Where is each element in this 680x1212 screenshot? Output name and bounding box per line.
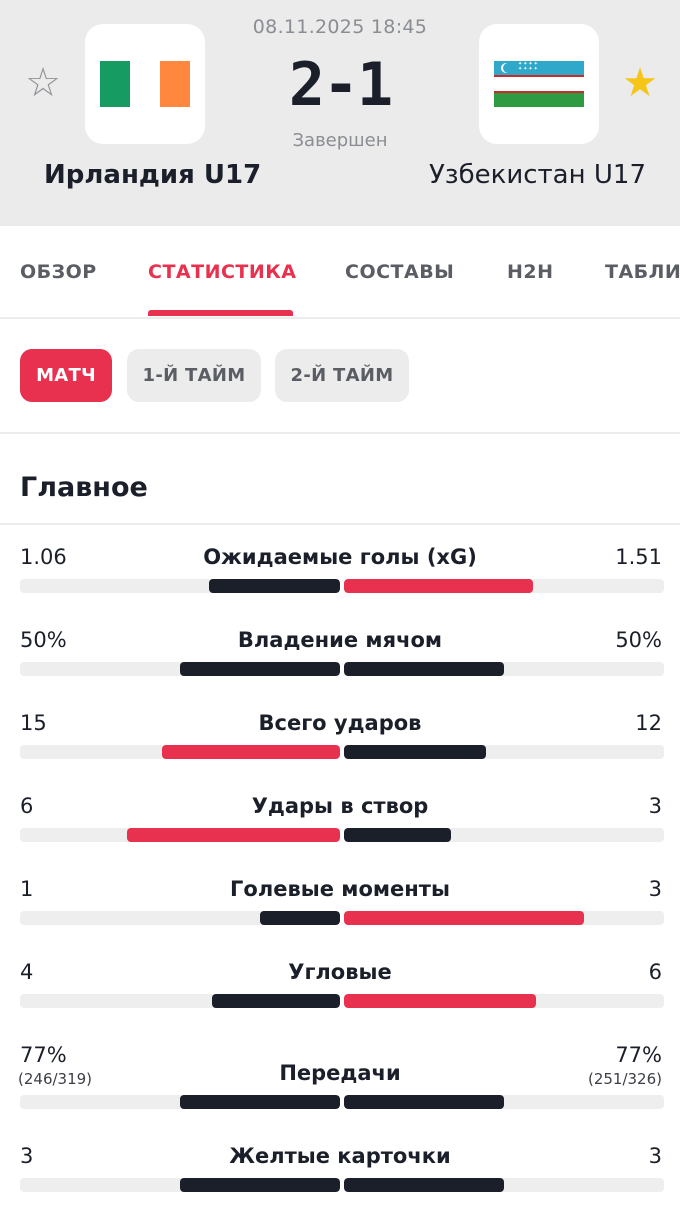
stat-away-bar bbox=[344, 828, 451, 842]
tab-lineups[interactable]: СОСТАВЫ bbox=[345, 261, 454, 283]
stat-home-bar bbox=[162, 745, 340, 759]
stat-away-value: 12 bbox=[635, 711, 662, 735]
stat-label: Передачи bbox=[279, 1061, 401, 1085]
stat-row: 1 Голевые моменты 3 bbox=[0, 877, 680, 957]
stat-home-bar-track bbox=[20, 1095, 340, 1109]
stat-label: Голевые моменты bbox=[230, 877, 450, 901]
match-tabs: ОБЗОР СТАТИСТИКА СОСТАВЫ H2H ТАБЛИ bbox=[0, 226, 680, 319]
stat-home-bar bbox=[180, 662, 340, 676]
stat-away-bar-track bbox=[344, 828, 664, 842]
stat-home-bar bbox=[260, 911, 340, 925]
uzbekistan-flag-icon: ✦✦✦✦ ✦✦✦✦ bbox=[494, 61, 584, 107]
stat-away-value: 3 bbox=[648, 794, 662, 818]
stat-away-bar-track bbox=[344, 579, 664, 593]
stat-away-value: 1.51 bbox=[615, 545, 662, 569]
ireland-flag-icon bbox=[100, 61, 190, 107]
period-chip-second-half[interactable]: 2-Й ТАЙМ bbox=[275, 349, 409, 402]
active-tab-indicator bbox=[148, 310, 293, 316]
stat-row: 6 Удары в створ 3 bbox=[0, 794, 680, 874]
period-chip-match[interactable]: МАТЧ bbox=[20, 349, 112, 402]
stat-home-value: 50% bbox=[20, 628, 67, 652]
section-divider bbox=[0, 523, 680, 525]
stat-home-value: 1 bbox=[20, 877, 34, 901]
stat-label: Удары в створ bbox=[251, 794, 429, 818]
stat-away-bar bbox=[344, 662, 504, 676]
match-score: 2-1 bbox=[288, 50, 393, 120]
home-team-logo[interactable] bbox=[85, 24, 205, 144]
tab-statistics[interactable]: СТАТИСТИКА bbox=[148, 261, 297, 283]
stat-away-bar-track bbox=[344, 662, 664, 676]
stat-row: 77% (246/319) Передачи 77% (251/326) bbox=[0, 1043, 680, 1123]
stat-away-bar-track bbox=[344, 745, 664, 759]
stat-row: 15 Всего ударов 12 bbox=[0, 711, 680, 791]
stat-away-bar-track bbox=[344, 994, 664, 1008]
stat-label: Угловые bbox=[288, 960, 392, 984]
stat-row: 4 Угловые 6 bbox=[0, 960, 680, 1040]
stat-away-bar bbox=[344, 579, 533, 593]
stat-label: Желтые карточки bbox=[229, 1144, 451, 1168]
stat-label: Всего ударов bbox=[258, 711, 422, 735]
stat-away-bar-track bbox=[344, 911, 664, 925]
tab-h2h[interactable]: H2H bbox=[507, 261, 554, 283]
match-header: 08.11.2025 18:45 ☆ 2-1 Завершен ✦✦✦✦ ✦✦✦✦… bbox=[0, 0, 680, 226]
stat-home-bar bbox=[212, 994, 340, 1008]
stat-away-value: 3 bbox=[648, 1144, 662, 1168]
stat-away-bar bbox=[344, 911, 584, 925]
stat-home-value: 3 bbox=[20, 1144, 34, 1168]
stat-home-detail: (246/319) bbox=[18, 1070, 93, 1088]
away-team-logo[interactable]: ✦✦✦✦ ✦✦✦✦ bbox=[479, 24, 599, 144]
stat-away-bar bbox=[344, 1178, 504, 1192]
stat-away-detail: (251/326) bbox=[587, 1070, 662, 1088]
stat-home-bar bbox=[180, 1178, 340, 1192]
stat-away-value: 3 bbox=[648, 877, 662, 901]
stat-away-value: 50% bbox=[615, 628, 662, 652]
stat-home-value: 15 bbox=[20, 711, 47, 735]
stat-home-bar-track bbox=[20, 579, 340, 593]
stat-away-bar bbox=[344, 745, 487, 759]
star-filled-icon[interactable]: ★ bbox=[619, 62, 661, 104]
stat-home-bar-track bbox=[20, 1178, 340, 1192]
match-status: Завершен bbox=[292, 130, 388, 151]
star-outline-icon[interactable]: ☆ bbox=[22, 62, 64, 104]
tab-table[interactable]: ТАБЛИ bbox=[605, 261, 680, 283]
period-selector: МАТЧ 1-Й ТАЙМ 2-Й ТАЙМ bbox=[0, 320, 680, 434]
stat-away-value: 77% bbox=[615, 1043, 662, 1067]
tab-overview[interactable]: ОБЗОР bbox=[20, 261, 97, 283]
section-title: Главное bbox=[20, 472, 148, 503]
stat-home-bar-track bbox=[20, 662, 340, 676]
stat-home-bar bbox=[126, 828, 340, 842]
stat-row: 50% Владение мячом 50% bbox=[0, 628, 680, 708]
stat-away-bar-track bbox=[344, 1178, 664, 1192]
stat-home-bar-track bbox=[20, 994, 340, 1008]
stat-home-bar bbox=[180, 1095, 340, 1109]
stat-label: Ожидаемые голы (xG) bbox=[203, 545, 477, 569]
stat-away-bar bbox=[344, 1095, 504, 1109]
home-team-name[interactable]: Ирландия U17 bbox=[44, 160, 261, 190]
stat-home-bar-track bbox=[20, 745, 340, 759]
stat-home-bar-track bbox=[20, 828, 340, 842]
stat-home-value: 77% bbox=[20, 1043, 67, 1067]
stat-row: 1.06 Ожидаемые голы (xG) 1.51 bbox=[0, 545, 680, 625]
period-chip-first-half[interactable]: 1-Й ТАЙМ bbox=[127, 349, 261, 402]
stat-home-bar bbox=[208, 579, 340, 593]
stat-away-bar-track bbox=[344, 1095, 664, 1109]
away-team-name[interactable]: Узбекистан U17 bbox=[429, 160, 646, 190]
stat-home-value: 4 bbox=[20, 960, 34, 984]
stat-row: 3 Желтые карточки 3 bbox=[0, 1144, 680, 1212]
stat-home-value: 6 bbox=[20, 794, 34, 818]
stat-home-bar-track bbox=[20, 911, 340, 925]
stat-away-bar bbox=[344, 994, 536, 1008]
stat-home-value: 1.06 bbox=[20, 545, 67, 569]
stat-label: Владение мячом bbox=[237, 628, 443, 652]
stat-away-value: 6 bbox=[648, 960, 662, 984]
